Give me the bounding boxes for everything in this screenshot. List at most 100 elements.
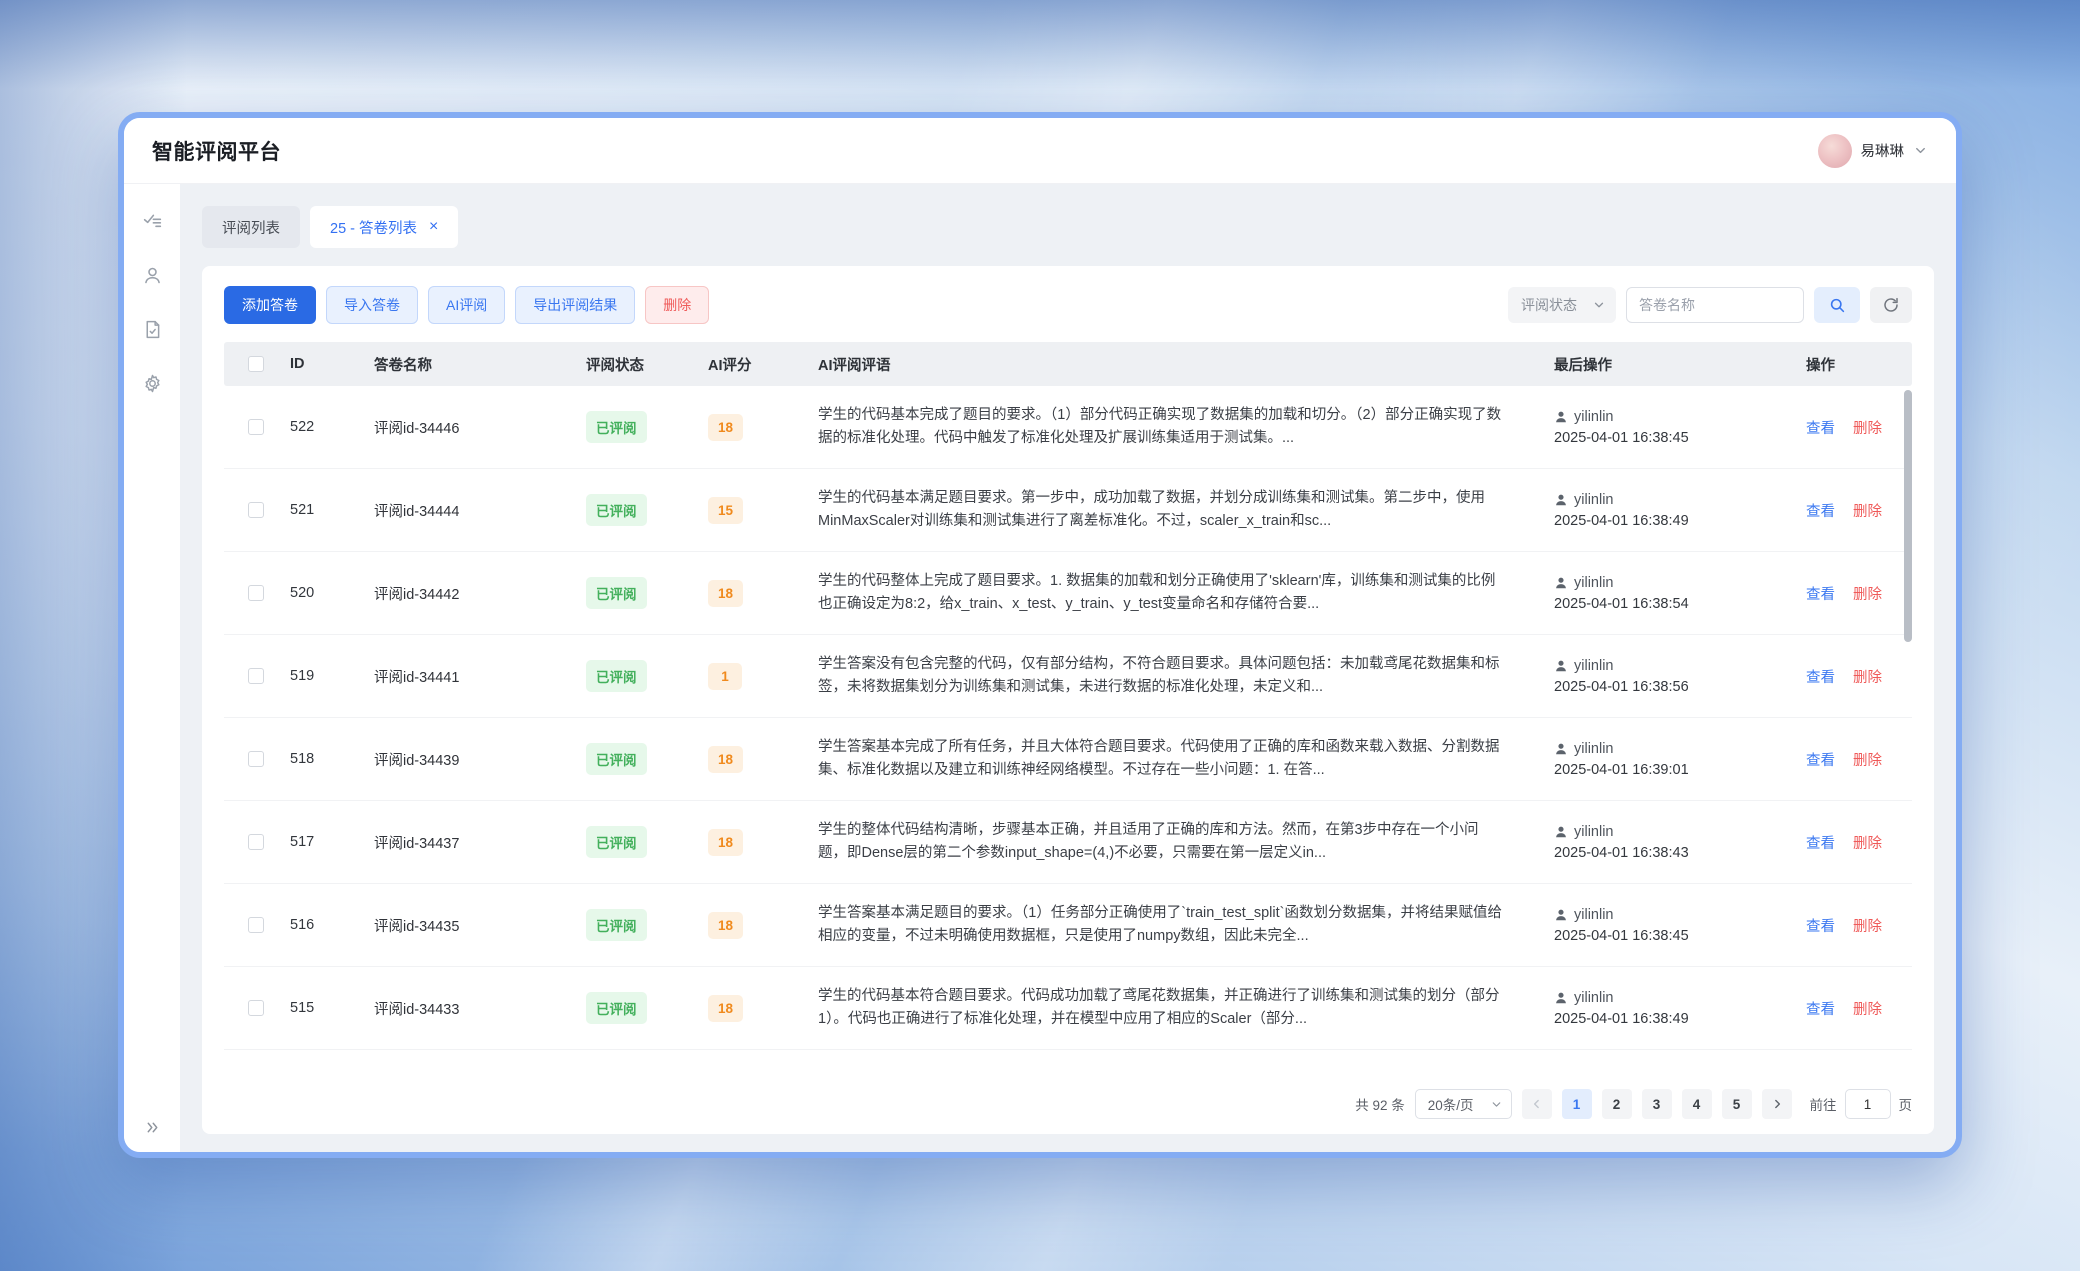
avatar xyxy=(1818,134,1852,168)
search-button[interactable] xyxy=(1814,287,1860,323)
delete-link[interactable]: 删除 xyxy=(1853,666,1882,687)
close-icon[interactable]: × xyxy=(429,219,438,235)
add-answer-button[interactable]: 添加答卷 xyxy=(224,286,316,324)
row-checkbox[interactable] xyxy=(248,1000,264,1016)
view-link[interactable]: 查看 xyxy=(1806,583,1835,604)
page-button-2[interactable]: 2 xyxy=(1602,1089,1632,1119)
select-all-checkbox[interactable] xyxy=(248,356,264,372)
operator-name: yilinlin xyxy=(1574,492,1614,508)
total-count: 共 92 条 xyxy=(1355,1094,1405,1114)
delete-link[interactable]: 删除 xyxy=(1853,417,1882,438)
refresh-button[interactable] xyxy=(1870,287,1912,323)
page-button-1[interactable]: 1 xyxy=(1562,1089,1592,1119)
user-name: 易琳琳 xyxy=(1861,140,1905,161)
table-row: 517 评阅id-34437 已评阅 18 学生的整体代码结构清晰，步骤基本正确… xyxy=(224,801,1912,884)
view-link[interactable]: 查看 xyxy=(1806,915,1835,936)
row-comment: 学生答案基本完成了所有任务，并且大体符合题目要求。代码使用了正确的库和函数来载入… xyxy=(818,736,1504,783)
row-id: 519 xyxy=(276,668,360,684)
table-header: ID 答卷名称 评阅状态 AI评分 AI评阅评语 最后操作 操作 xyxy=(224,342,1912,386)
export-results-button[interactable]: 导出评阅结果 xyxy=(515,286,635,324)
table-row: 520 评阅id-34442 已评阅 18 学生的代码整体上完成了题目要求。1.… xyxy=(224,552,1912,635)
gear-icon[interactable] xyxy=(141,372,163,394)
column-header-last-op: 最后操作 xyxy=(1550,354,1800,375)
toolbar: 添加答卷 导入答卷 AI评阅 导出评阅结果 删除 评阅状态 xyxy=(224,286,1912,324)
row-checkbox[interactable] xyxy=(248,917,264,933)
view-link[interactable]: 查看 xyxy=(1806,998,1835,1019)
row-name: 评阅id-34446 xyxy=(360,417,574,438)
page-button-4[interactable]: 4 xyxy=(1682,1089,1712,1119)
row-name: 评阅id-34442 xyxy=(360,583,574,604)
row-name: 评阅id-34433 xyxy=(360,998,574,1019)
row-checkbox[interactable] xyxy=(248,751,264,767)
user-icon[interactable] xyxy=(141,264,163,286)
operator-name: yilinlin xyxy=(1574,824,1614,840)
chevron-right-icon xyxy=(1770,1097,1784,1111)
app-header: 智能评阅平台 易琳琳 xyxy=(124,118,1956,184)
row-id: 518 xyxy=(276,751,360,767)
answers-table: ID 答卷名称 评阅状态 AI评分 AI评阅评语 最后操作 操作 522 评阅i… xyxy=(224,342,1912,1075)
view-link[interactable]: 查看 xyxy=(1806,832,1835,853)
delete-link[interactable]: 删除 xyxy=(1853,500,1882,521)
person-icon xyxy=(1554,825,1568,839)
row-checkbox[interactable] xyxy=(248,585,264,601)
view-link[interactable]: 查看 xyxy=(1806,749,1835,770)
user-menu[interactable]: 易琳琳 xyxy=(1818,134,1929,168)
operator-name: yilinlin xyxy=(1574,741,1614,757)
delete-link[interactable]: 删除 xyxy=(1853,583,1882,604)
tab-answer-list[interactable]: 25 - 答卷列表 × xyxy=(310,206,458,248)
scrollbar-thumb[interactable] xyxy=(1904,390,1912,642)
score-badge: 18 xyxy=(708,580,743,607)
ai-review-button[interactable]: AI评阅 xyxy=(428,286,505,324)
tab-label: 25 - 答卷列表 xyxy=(330,217,417,238)
row-checkbox[interactable] xyxy=(248,834,264,850)
sidebar xyxy=(124,184,180,1152)
review-status-select[interactable]: 评阅状态 xyxy=(1508,287,1616,323)
person-icon xyxy=(1554,742,1568,756)
table-row: 518 评阅id-34439 已评阅 18 学生答案基本完成了所有任务，并且大体… xyxy=(224,718,1912,801)
column-header-id: ID xyxy=(276,356,360,372)
checklist-icon[interactable] xyxy=(141,210,163,232)
page-button-5[interactable]: 5 xyxy=(1722,1089,1752,1119)
operation-time: 2025-04-01 16:38:54 xyxy=(1554,596,1689,612)
row-comment: 学生的代码基本符合题目要求。代码成功加载了鸢尾花数据集，并正确进行了训练集和测试… xyxy=(818,985,1504,1032)
person-icon xyxy=(1554,493,1568,507)
view-link[interactable]: 查看 xyxy=(1806,666,1835,687)
operator-name: yilinlin xyxy=(1574,658,1614,674)
status-badge: 已评阅 xyxy=(586,577,647,609)
answer-name-input[interactable] xyxy=(1626,287,1804,323)
page-button-3[interactable]: 3 xyxy=(1642,1089,1672,1119)
operation-time: 2025-04-01 16:38:43 xyxy=(1554,845,1689,861)
next-page-button[interactable] xyxy=(1762,1089,1792,1119)
row-id: 521 xyxy=(276,502,360,518)
view-link[interactable]: 查看 xyxy=(1806,500,1835,521)
desktop-background: 智能评阅平台 易琳琳 xyxy=(0,0,2080,1271)
view-link[interactable]: 查看 xyxy=(1806,417,1835,438)
column-header-name: 答卷名称 xyxy=(360,354,574,375)
status-badge: 已评阅 xyxy=(586,660,647,692)
content-area: 评阅列表 25 - 答卷列表 × 添加答卷 导入答卷 AI评阅 导出评阅结果 删… xyxy=(180,184,1956,1152)
row-checkbox[interactable] xyxy=(248,419,264,435)
delete-button[interactable]: 删除 xyxy=(645,286,709,324)
table-row: 519 评阅id-34441 已评阅 1 学生答案没有包含完整的代码，仅有部分结… xyxy=(224,635,1912,718)
operator-name: yilinlin xyxy=(1574,907,1614,923)
delete-link[interactable]: 删除 xyxy=(1853,915,1882,936)
row-checkbox[interactable] xyxy=(248,502,264,518)
row-checkbox[interactable] xyxy=(248,668,264,684)
import-answer-button[interactable]: 导入答卷 xyxy=(326,286,418,324)
document-check-icon[interactable] xyxy=(141,318,163,340)
delete-link[interactable]: 删除 xyxy=(1853,832,1882,853)
goto-page-input[interactable] xyxy=(1845,1089,1891,1119)
row-name: 评阅id-34441 xyxy=(360,666,574,687)
page-size-select[interactable]: 20条/页 xyxy=(1415,1089,1512,1119)
person-icon xyxy=(1554,991,1568,1005)
status-badge: 已评阅 xyxy=(586,743,647,775)
delete-link[interactable]: 删除 xyxy=(1853,749,1882,770)
operator-name: yilinlin xyxy=(1574,409,1614,425)
person-icon xyxy=(1554,908,1568,922)
delete-link[interactable]: 删除 xyxy=(1853,998,1882,1019)
prev-page-button[interactable] xyxy=(1522,1089,1552,1119)
row-id: 520 xyxy=(276,585,360,601)
column-header-score: AI评分 xyxy=(692,354,792,375)
sidebar-expand-icon[interactable] xyxy=(144,1119,161,1136)
tab-review-list[interactable]: 评阅列表 xyxy=(202,206,300,248)
